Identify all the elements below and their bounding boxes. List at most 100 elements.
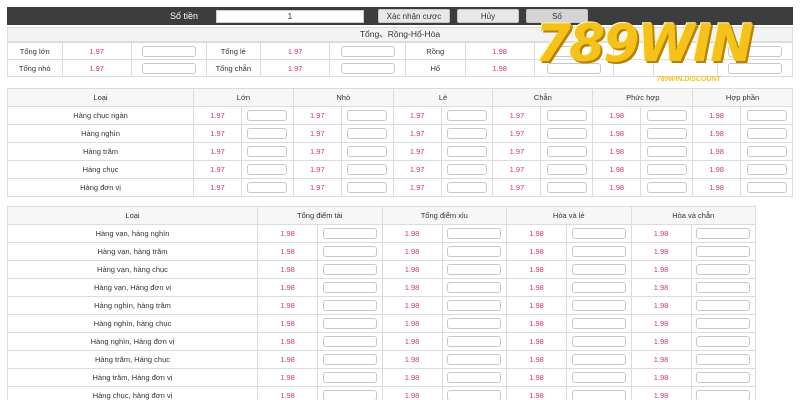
odd-value: 1.97	[193, 178, 242, 197]
stake-input[interactable]	[322, 246, 377, 257]
stake-input[interactable]	[247, 110, 288, 121]
stake-input[interactable]	[571, 372, 626, 383]
stake-cell	[241, 178, 294, 197]
stake-input[interactable]	[746, 146, 787, 157]
stake-input[interactable]	[696, 282, 751, 293]
stake-input[interactable]	[447, 182, 488, 193]
stake-input[interactable]	[696, 336, 751, 347]
stake-input[interactable]	[347, 164, 388, 175]
stake-input[interactable]	[347, 182, 388, 193]
stake-input[interactable]	[696, 300, 751, 311]
odd-value: 1.98	[257, 260, 318, 279]
odd-value: 1.97	[292, 160, 342, 179]
stake-cell	[241, 142, 294, 161]
stake-input[interactable]	[696, 390, 751, 400]
stake-input[interactable]	[322, 264, 377, 275]
stake-input[interactable]	[746, 128, 787, 139]
odd-value: 1.98	[506, 224, 567, 243]
stake-input[interactable]	[447, 390, 502, 400]
stake-input[interactable]	[322, 318, 377, 329]
stake-input[interactable]	[447, 372, 502, 383]
stake-input[interactable]	[322, 282, 377, 293]
row-label: Hàng vạn, Hàng đơn vị	[7, 278, 258, 297]
stake-input[interactable]	[247, 128, 288, 139]
stake-input[interactable]	[746, 164, 787, 175]
stake-input[interactable]	[340, 62, 395, 74]
brand-logo: 789WIN 789WIN.DISCOUNT	[535, 14, 775, 89]
row-label: Hàng trăm	[7, 142, 194, 161]
stake-cell	[441, 278, 507, 297]
stake-input[interactable]	[571, 336, 626, 347]
stake-input[interactable]	[696, 264, 751, 275]
stake-cell	[540, 124, 594, 143]
stake-input[interactable]	[447, 264, 502, 275]
stake-input[interactable]	[696, 246, 751, 257]
stake-input[interactable]	[447, 354, 502, 365]
stake-input[interactable]	[247, 182, 288, 193]
stake-input[interactable]	[322, 228, 377, 239]
stake-input[interactable]	[141, 62, 196, 74]
stake-input[interactable]	[646, 128, 687, 139]
stake-cell	[441, 332, 507, 351]
stake-input[interactable]	[447, 128, 488, 139]
stake-input[interactable]	[646, 146, 687, 157]
stake-input[interactable]	[247, 164, 288, 175]
stake-input[interactable]	[322, 300, 377, 311]
stake-input[interactable]	[571, 228, 626, 239]
stake-input[interactable]	[746, 110, 787, 121]
stake-input[interactable]	[322, 336, 377, 347]
stake-input[interactable]	[696, 228, 751, 239]
stake-input[interactable]	[546, 110, 587, 121]
stake-input[interactable]	[322, 390, 377, 400]
stake-input[interactable]	[646, 110, 687, 121]
stake-input[interactable]	[546, 164, 587, 175]
stake-input[interactable]	[347, 146, 388, 157]
stake-cell	[441, 386, 507, 400]
stake-input[interactable]	[571, 282, 626, 293]
stake-input[interactable]	[447, 164, 488, 175]
stake-input[interactable]	[322, 354, 377, 365]
stake-input[interactable]	[571, 300, 626, 311]
stake-input[interactable]	[646, 182, 687, 193]
stake-input[interactable]	[447, 300, 502, 311]
stake-input[interactable]	[546, 146, 587, 157]
stake-input[interactable]	[571, 354, 626, 365]
stake-input[interactable]	[571, 264, 626, 275]
stake-input[interactable]	[347, 128, 388, 139]
confirm-bet-button[interactable]: Xác nhận cược	[378, 9, 450, 23]
odd-value: 1.98	[692, 178, 742, 197]
table-row: Hàng trăm, Hàng chục 1.98 1.98 1.98 1.98	[7, 350, 756, 369]
stake-input[interactable]	[447, 318, 502, 329]
column-header: Phức hợp	[592, 88, 694, 107]
stake-input[interactable]	[322, 372, 377, 383]
stake-input[interactable]	[646, 164, 687, 175]
stake-input[interactable]	[571, 318, 626, 329]
stake-cell	[566, 260, 632, 279]
stake-input[interactable]	[696, 354, 751, 365]
stake-input[interactable]	[696, 318, 751, 329]
stake-input[interactable]	[347, 110, 388, 121]
stake-input[interactable]	[546, 182, 587, 193]
stake-cell	[640, 142, 694, 161]
odd-value: 1.97	[292, 142, 342, 161]
stake-input[interactable]	[571, 390, 626, 400]
stake-input[interactable]	[447, 246, 502, 257]
stake-input[interactable]	[447, 110, 488, 121]
stake-input[interactable]	[141, 45, 196, 57]
stake-input[interactable]	[546, 128, 587, 139]
stake-input[interactable]	[571, 246, 626, 257]
stake-input[interactable]	[447, 336, 502, 347]
odd-value: 1.98	[381, 296, 443, 315]
stake-input[interactable]	[746, 182, 787, 193]
stake-input[interactable]	[447, 146, 488, 157]
stake-input[interactable]	[340, 45, 395, 57]
stake-input[interactable]	[447, 228, 502, 239]
odd-value: 1.98	[257, 242, 318, 261]
cancel-button[interactable]: Hủy	[457, 9, 519, 23]
stake-cell	[317, 278, 383, 297]
bet-label: Hổ	[405, 59, 466, 77]
stake-input[interactable]	[696, 372, 751, 383]
stake-input[interactable]	[447, 282, 502, 293]
stake-input[interactable]	[247, 146, 288, 157]
amount-input[interactable]: 1	[216, 9, 364, 23]
